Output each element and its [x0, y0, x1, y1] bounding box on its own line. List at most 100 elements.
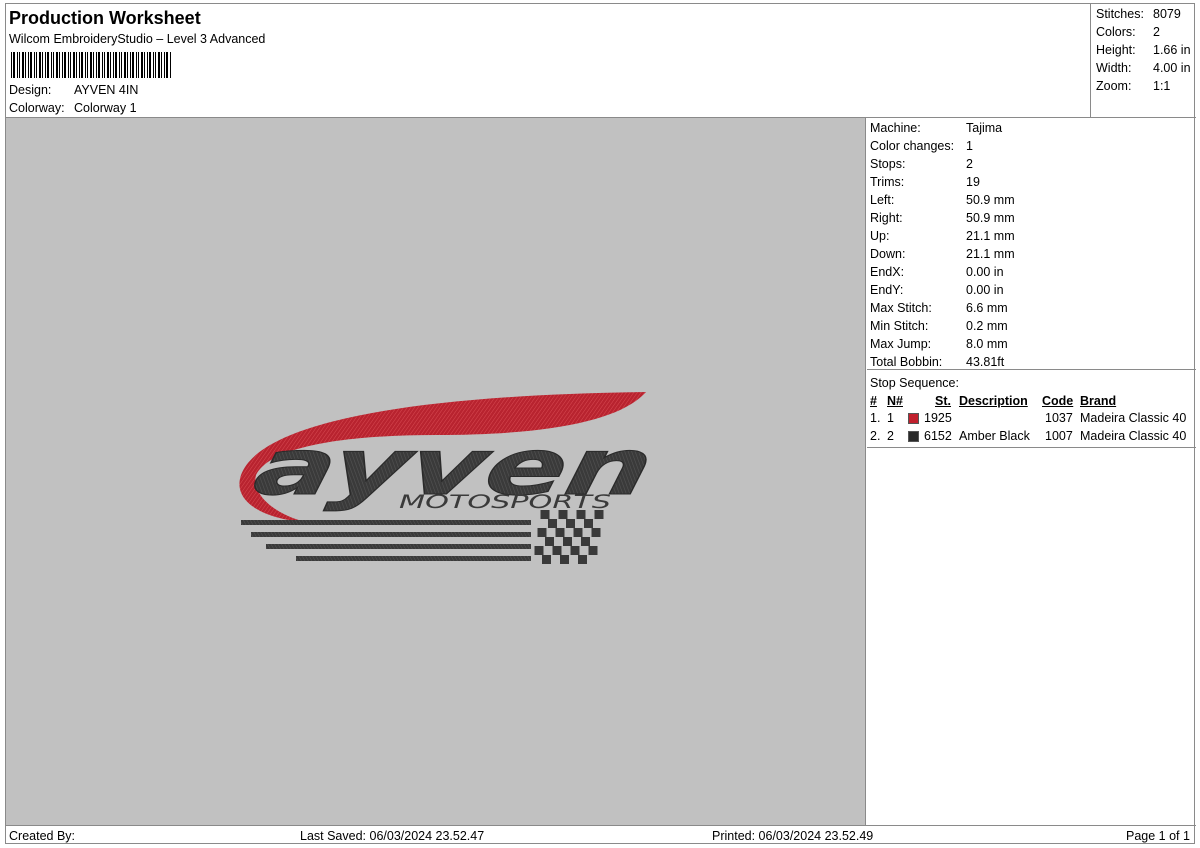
col-code: Code	[1042, 394, 1074, 408]
row-stitches: 1925	[924, 411, 952, 425]
info-value: Tajima	[966, 121, 1003, 135]
stat-value: 1.66 in	[1153, 43, 1191, 57]
barcode-image	[11, 52, 171, 78]
info-row: Up: 21.1 mm	[870, 229, 1015, 243]
last-saved: Last Saved: 06/03/2024 23.52.47	[300, 829, 485, 843]
worksheet-header: Production Worksheet Wilcom EmbroiderySt…	[6, 4, 1196, 118]
printed-date: Printed: 06/03/2024 23.52.49	[712, 829, 874, 843]
info-label: EndX:	[870, 265, 905, 279]
info-value: 50.9 mm	[966, 193, 1015, 207]
info-label: Max Stitch:	[870, 301, 932, 315]
col-brand: Brand	[1080, 394, 1117, 408]
info-row: Max Stitch: 6.6 mm	[870, 301, 1008, 315]
info-row: Trims: 19	[870, 175, 980, 189]
stat-colors: Colors: 2	[1096, 25, 1160, 39]
row-needle: 2	[887, 429, 894, 443]
col-needle: N#	[887, 394, 903, 408]
info-label: Min Stitch:	[870, 319, 929, 333]
checkered-flag	[534, 510, 604, 564]
row-stitches: 6152	[924, 429, 952, 443]
design-value: AYVEN 4IN	[74, 83, 139, 97]
row-needle: 1	[887, 411, 894, 425]
row-brand: Madeira Classic 40	[1080, 411, 1187, 425]
machine-info-panel: Machine: Tajima Color changes: 1 Stops: 2 Trim…	[867, 118, 1196, 825]
colorway-label: Colorway:	[9, 101, 65, 115]
row-brand: Madeira Classic 40	[1080, 429, 1187, 443]
col-description: Description	[959, 394, 1028, 408]
row-number: 1.	[870, 411, 881, 425]
info-value: 50.9 mm	[966, 211, 1015, 225]
embroidery-design-image: ayven MOTOSPORTS	[239, 392, 651, 564]
colorway-value: Colorway 1	[74, 101, 137, 115]
info-label: Max Jump:	[870, 337, 932, 351]
info-row: Machine: Tajima	[870, 121, 1002, 135]
design-row: Design: AYVEN 4IN	[9, 83, 138, 97]
stop-sequence-title: Stop Sequence:	[870, 376, 959, 390]
color-swatch	[908, 431, 919, 442]
row-code: 1037	[1045, 411, 1073, 425]
info-value: 21.1 mm	[966, 247, 1015, 261]
divider	[867, 447, 1196, 448]
info-value: 19	[966, 175, 980, 189]
info-row: Right: 50.9 mm	[870, 211, 1015, 225]
info-row: Total Bobbin: 43.81ft	[870, 355, 1004, 369]
row-number: 2.	[870, 429, 881, 443]
design-stats: Stitches: 8079 Colors: 2 Height: 1.66 in…	[1090, 4, 1196, 118]
stat-zoom: Zoom: 1:1	[1096, 79, 1170, 93]
info-row: Down: 21.1 mm	[870, 247, 1015, 261]
info-label: Right:	[870, 211, 903, 225]
stat-label: Stitches:	[1096, 7, 1144, 21]
stat-value: 4.00 in	[1153, 61, 1191, 75]
info-value: 43.81ft	[966, 355, 1005, 369]
stop-sequence-header: # N# St. Description Code Brand	[867, 394, 1196, 410]
row-description: Amber Black	[959, 429, 1030, 443]
created-by: Created By:	[9, 829, 76, 843]
info-value: 21.1 mm	[966, 229, 1015, 243]
info-row: Min Stitch: 0.2 mm	[870, 319, 1008, 333]
info-label: Trims:	[870, 175, 905, 189]
stat-value: 8079	[1153, 7, 1181, 21]
info-label: Color changes:	[870, 139, 955, 153]
colorway-row: Colorway: Colorway 1	[9, 101, 137, 115]
info-row: EndX: 0.00 in	[870, 265, 1004, 279]
info-label: Down:	[870, 247, 906, 261]
worksheet-footer: Created By: Last Saved: 06/03/2024 23.52…	[6, 825, 1196, 845]
divider	[867, 369, 1196, 370]
info-row: Stops: 2	[870, 157, 973, 171]
info-row: EndY: 0.00 in	[870, 283, 1004, 297]
design-label: Design:	[9, 83, 52, 97]
info-value: 2	[966, 157, 973, 171]
stat-label: Height:	[1096, 43, 1136, 57]
info-label: Left:	[870, 193, 895, 207]
info-row: Left: 50.9 mm	[870, 193, 1015, 207]
stat-width: Width: 4.00 in	[1096, 61, 1191, 75]
color-swatch	[908, 413, 919, 424]
info-label: Machine:	[870, 121, 921, 135]
col-number: #	[870, 394, 877, 408]
info-label: Total Bobbin:	[870, 355, 943, 369]
stat-label: Width:	[1096, 61, 1132, 75]
page-title: Production Worksheet	[9, 8, 201, 28]
stat-label: Zoom:	[1096, 79, 1132, 93]
stat-value: 1:1	[1153, 79, 1171, 93]
info-label: Stops:	[870, 157, 906, 171]
info-label: Up:	[870, 229, 890, 243]
stat-stitches: Stitches: 8079	[1096, 7, 1181, 21]
col-stitches: St.	[935, 394, 951, 408]
table-row: 2. 2 6152 Amber Black 1007 Madeira Class…	[867, 429, 1196, 447]
row-code: 1007	[1045, 429, 1073, 443]
stat-height: Height: 1.66 in	[1096, 43, 1191, 57]
info-value: 8.0 mm	[966, 337, 1008, 351]
design-tagline: MOTOSPORTS	[399, 491, 611, 513]
info-value: 0.00 in	[966, 283, 1004, 297]
production-worksheet: Production Worksheet Wilcom EmbroiderySt…	[5, 3, 1196, 845]
info-row: Color changes: 1	[870, 139, 973, 153]
info-value: 6.6 mm	[966, 301, 1008, 315]
info-value: 0.00 in	[966, 265, 1004, 279]
stat-label: Colors:	[1096, 25, 1136, 39]
software-subtitle: Wilcom EmbroideryStudio – Level 3 Advanc…	[9, 32, 266, 46]
info-value: 1	[966, 139, 973, 153]
design-preview-canvas: ayven MOTOSPORTS	[6, 118, 866, 825]
info-label: EndY:	[870, 283, 904, 297]
page-number: Page 1 of 1	[1126, 829, 1190, 843]
